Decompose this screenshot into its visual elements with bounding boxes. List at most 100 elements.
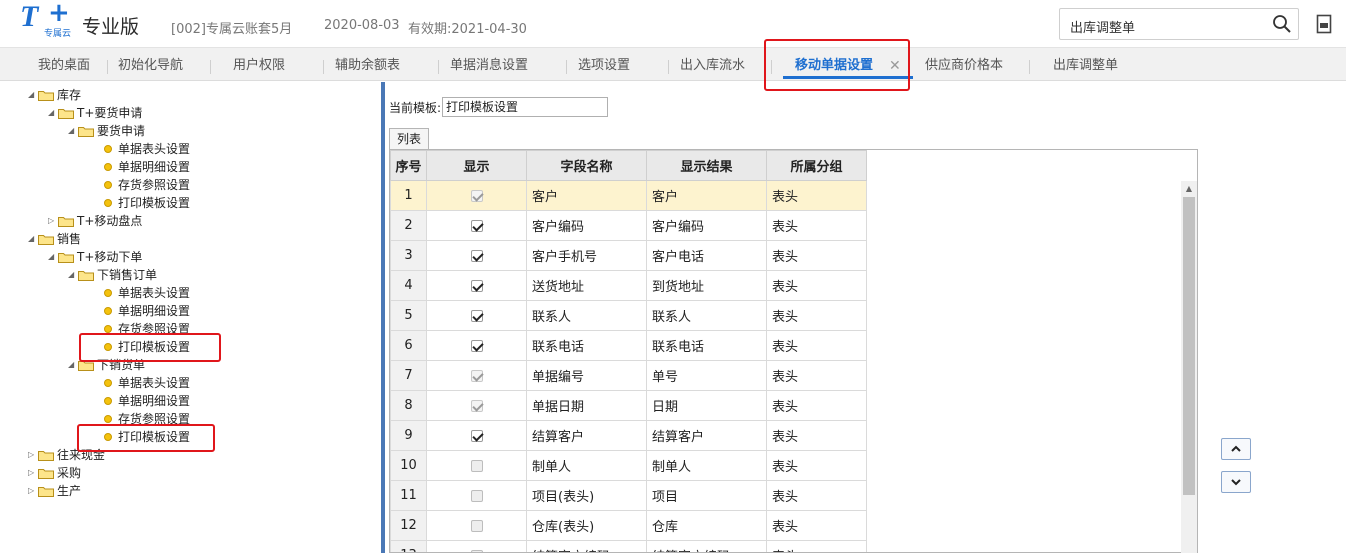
tree-node[interactable]: ◢ 库存 bbox=[28, 86, 81, 104]
tree-node[interactable]: ◢ T+移动下单 bbox=[48, 248, 142, 266]
show-checkbox[interactable] bbox=[470, 309, 483, 322]
show-checkbox[interactable] bbox=[470, 279, 483, 292]
vertical-scrollbar[interactable]: ▲ bbox=[1181, 181, 1197, 553]
show-checkbox[interactable] bbox=[470, 249, 483, 262]
table-row[interactable]: 8 单据日期 日期 表头 bbox=[390, 390, 867, 421]
tab-outbound-adjust[interactable]: 出库调整单 bbox=[1053, 48, 1118, 81]
table-row[interactable]: 5 联系人 联系人 表头 bbox=[390, 300, 867, 331]
tree-node[interactable]: ◢ 要货申请 bbox=[68, 122, 145, 140]
field-name-cell[interactable]: 结算客户 bbox=[526, 420, 647, 451]
display-result-cell[interactable]: 日期 bbox=[646, 390, 767, 421]
field-name-cell[interactable]: 联系人 bbox=[526, 300, 647, 331]
table-row[interactable]: 4 送货地址 到货地址 表头 bbox=[390, 270, 867, 301]
display-result-cell[interactable]: 客户电话 bbox=[646, 240, 767, 271]
display-result-cell[interactable]: 制单人 bbox=[646, 450, 767, 481]
display-result-cell[interactable]: 单号 bbox=[646, 360, 767, 391]
tab-doc-message-settings[interactable]: 单据消息设置 bbox=[450, 48, 528, 81]
table-row[interactable]: 13结算客户编码结算客户编码表头 bbox=[390, 540, 867, 552]
search-icon[interactable] bbox=[1272, 14, 1292, 34]
field-name-cell[interactable]: 客户 bbox=[526, 180, 647, 211]
show-checkbox[interactable] bbox=[470, 519, 483, 532]
tab-init-guide[interactable]: 初始化导航 bbox=[118, 48, 183, 81]
tree-leaf[interactable]: 单据明细设置 bbox=[104, 302, 190, 320]
tree-node[interactable]: ◢ 下销售订单 bbox=[68, 266, 157, 284]
display-result-cell[interactable]: 客户 bbox=[646, 180, 767, 211]
tree-node[interactable]: ◢ 销售 bbox=[28, 230, 81, 248]
field-name-cell[interactable]: 仓库(表头) bbox=[526, 510, 647, 541]
field-name-cell[interactable]: 单据日期 bbox=[526, 390, 647, 421]
field-name-cell[interactable]: 项目(表头) bbox=[526, 480, 647, 511]
tree-leaf[interactable]: 存货参照设置 bbox=[104, 176, 190, 194]
exit-icon[interactable] bbox=[1316, 14, 1332, 34]
tree-leaf[interactable]: 单据明细设置 bbox=[104, 158, 190, 176]
tab-aux-balance[interactable]: 辅助余额表 bbox=[335, 48, 400, 81]
display-result-cell[interactable]: 客户编码 bbox=[646, 210, 767, 241]
show-checkbox[interactable] bbox=[470, 459, 483, 472]
table-row[interactable]: 2 客户编码 客户编码 表头 bbox=[390, 210, 867, 241]
panel-splitter[interactable] bbox=[381, 82, 385, 553]
table-row[interactable]: 6 联系电话 联系电话 表头 bbox=[390, 330, 867, 361]
display-result-cell[interactable]: 结算客户编码 bbox=[646, 540, 767, 552]
show-checkbox[interactable] bbox=[470, 339, 483, 352]
field-name-cell[interactable]: 单据编号 bbox=[526, 360, 647, 391]
scroll-up-icon[interactable]: ▲ bbox=[1181, 181, 1197, 197]
display-result-cell[interactable]: 项目 bbox=[646, 480, 767, 511]
show-checkbox[interactable] bbox=[470, 549, 483, 552]
tree-leaf[interactable]: 单据表头设置 bbox=[104, 284, 190, 302]
tree-leaf[interactable]: 单据明细设置 bbox=[104, 392, 190, 410]
tree-node[interactable]: ▷ 生产 bbox=[28, 482, 81, 500]
tab-supplier-price-book[interactable]: 供应商价格本 bbox=[925, 48, 1003, 81]
row-number: 3 bbox=[390, 240, 427, 271]
field-name-cell[interactable]: 制单人 bbox=[526, 450, 647, 481]
highlight-box bbox=[77, 424, 215, 452]
tab-list[interactable]: 列表 bbox=[389, 128, 429, 149]
column-header[interactable]: 字段名称 bbox=[526, 150, 647, 181]
display-result-cell[interactable]: 联系人 bbox=[646, 300, 767, 331]
display-result-cell[interactable]: 联系电话 bbox=[646, 330, 767, 361]
field-name-cell[interactable]: 客户手机号 bbox=[526, 240, 647, 271]
folder-open-icon bbox=[38, 235, 54, 245]
search-input[interactable]: 出库调整单 bbox=[1059, 8, 1299, 40]
move-up-button[interactable] bbox=[1221, 438, 1251, 460]
table-row[interactable]: 7 单据编号 单号 表头 bbox=[390, 360, 867, 391]
show-checkbox[interactable] bbox=[470, 489, 483, 502]
tab-my-desktop[interactable]: 我的桌面 bbox=[38, 48, 90, 81]
template-field[interactable]: 打印模板设置 bbox=[442, 97, 608, 117]
display-result-cell[interactable]: 到货地址 bbox=[646, 270, 767, 301]
column-header[interactable]: 显示 bbox=[426, 150, 527, 181]
tree-node[interactable]: ◢ T+要货申请 bbox=[48, 104, 142, 122]
tree-node[interactable]: ▷ T+移动盘点 bbox=[48, 212, 142, 230]
show-checkbox bbox=[470, 399, 483, 412]
tab-user-permissions[interactable]: 用户权限 bbox=[233, 48, 285, 81]
table-row[interactable]: 10 制单人 制单人 表头 bbox=[390, 450, 867, 481]
tree-leaf[interactable]: 单据表头设置 bbox=[104, 140, 190, 158]
scroll-thumb[interactable] bbox=[1183, 197, 1195, 495]
column-header[interactable]: 序号 bbox=[390, 150, 427, 181]
table-row[interactable]: 9 结算客户 结算客户 表头 bbox=[390, 420, 867, 451]
tree-node[interactable]: ▷ 采购 bbox=[28, 464, 81, 482]
tree-leaf[interactable]: 单据表头设置 bbox=[104, 374, 190, 392]
row-number: 1 bbox=[390, 180, 427, 211]
tab-options[interactable]: 选项设置 bbox=[578, 48, 630, 81]
expand-icon: ◢ bbox=[48, 108, 55, 117]
highlight-box bbox=[79, 333, 221, 362]
show-checkbox[interactable] bbox=[470, 219, 483, 232]
field-name-cell[interactable]: 结算客户编码 bbox=[526, 540, 647, 552]
table-row[interactable]: 12 仓库(表头) 仓库 表头 bbox=[390, 510, 867, 541]
column-header[interactable]: 显示结果 bbox=[646, 150, 767, 181]
column-header[interactable]: 所属分组 bbox=[766, 150, 867, 181]
folder-open-icon bbox=[58, 253, 74, 263]
table-row[interactable]: 1 客户 客户 表头 bbox=[390, 180, 867, 211]
tree-leaf[interactable]: 打印模板设置 bbox=[104, 194, 190, 212]
group-cell: 表头 bbox=[766, 480, 867, 511]
tab-inout-flow[interactable]: 出入库流水 bbox=[680, 48, 745, 81]
field-name-cell[interactable]: 送货地址 bbox=[526, 270, 647, 301]
field-name-cell[interactable]: 联系电话 bbox=[526, 330, 647, 361]
table-row[interactable]: 3 客户手机号 客户电话 表头 bbox=[390, 240, 867, 271]
show-checkbox[interactable] bbox=[470, 429, 483, 442]
display-result-cell[interactable]: 仓库 bbox=[646, 510, 767, 541]
table-row[interactable]: 11 项目(表头) 项目 表头 bbox=[390, 480, 867, 511]
display-result-cell[interactable]: 结算客户 bbox=[646, 420, 767, 451]
field-name-cell[interactable]: 客户编码 bbox=[526, 210, 647, 241]
move-down-button[interactable] bbox=[1221, 471, 1251, 493]
